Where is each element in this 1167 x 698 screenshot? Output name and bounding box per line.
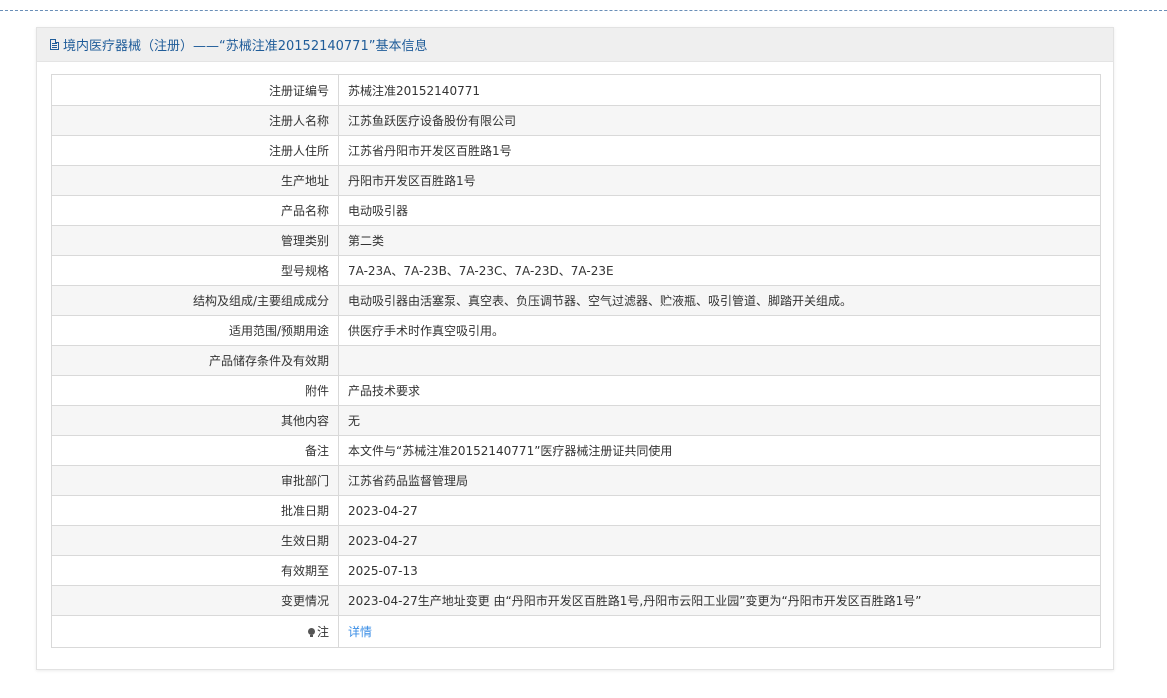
row-value: 产品技术要求 <box>338 375 1101 406</box>
row-label: 注册人名称 <box>51 105 339 136</box>
info-panel: 境内医疗器械（注册）——“苏械注准20152140771”基本信息 注册证编号 … <box>36 27 1114 670</box>
table-row: 注册人住所 江苏省丹阳市开发区百胜路1号 <box>51 135 1101 166</box>
row-value: 2023-04-27 <box>338 495 1101 526</box>
row-label: 适用范围/预期用途 <box>51 315 339 346</box>
row-label: 结构及组成/主要组成成分 <box>51 285 339 316</box>
info-table: 注册证编号 苏械注准20152140771 注册人名称 江苏鱼跃医疗设备股份有限… <box>51 74 1101 648</box>
row-value: 江苏鱼跃医疗设备股份有限公司 <box>338 105 1101 136</box>
row-value: 江苏省药品监督管理局 <box>338 465 1101 496</box>
table-row: 有效期至 2025-07-13 <box>51 555 1101 586</box>
document-icon <box>50 39 59 50</box>
row-label: 生产地址 <box>51 165 339 196</box>
note-label-cell: 注 <box>51 615 339 648</box>
row-value: 电动吸引器由活塞泵、真空表、负压调节器、空气过滤器、贮液瓶、吸引管道、脚踏开关组… <box>338 285 1101 316</box>
row-label: 有效期至 <box>51 555 339 586</box>
row-label: 备注 <box>51 435 339 466</box>
row-value: 2025-07-13 <box>338 555 1101 586</box>
row-value: 本文件与“苏械注准20152140771”医疗器械注册证共同使用 <box>338 435 1101 466</box>
row-label: 管理类别 <box>51 225 339 256</box>
row-value: 7A-23A、7A-23B、7A-23C、7A-23D、7A-23E <box>338 255 1101 286</box>
table-row: 其他内容 无 <box>51 405 1101 436</box>
table-row: 产品储存条件及有效期 <box>51 345 1101 376</box>
row-value: 江苏省丹阳市开发区百胜路1号 <box>338 135 1101 166</box>
table-row: 注册证编号 苏械注准20152140771 <box>51 74 1101 106</box>
table-row: 管理类别 第二类 <box>51 225 1101 256</box>
table-row: 批准日期 2023-04-27 <box>51 495 1101 526</box>
row-label: 注册人住所 <box>51 135 339 166</box>
row-label: 附件 <box>51 375 339 406</box>
row-label: 生效日期 <box>51 525 339 556</box>
table-row: 注册人名称 江苏鱼跃医疗设备股份有限公司 <box>51 105 1101 136</box>
table-row: 生效日期 2023-04-27 <box>51 525 1101 556</box>
panel-title: 境内医疗器械（注册）——“苏械注准20152140771”基本信息 <box>63 39 428 54</box>
table-row: 附件 产品技术要求 <box>51 375 1101 406</box>
row-label: 变更情况 <box>51 585 339 616</box>
row-value: 苏械注准20152140771 <box>338 74 1101 106</box>
table-row: 适用范围/预期用途 供医疗手术时作真空吸引用。 <box>51 315 1101 346</box>
row-value: 2023-04-27 <box>338 525 1101 556</box>
table-row: 结构及组成/主要组成成分 电动吸引器由活塞泵、真空表、负压调节器、空气过滤器、贮… <box>51 285 1101 316</box>
row-label: 审批部门 <box>51 465 339 496</box>
row-value: 第二类 <box>338 225 1101 256</box>
row-label: 产品储存条件及有效期 <box>51 345 339 376</box>
table-row: 型号规格 7A-23A、7A-23B、7A-23C、7A-23D、7A-23E <box>51 255 1101 286</box>
note-row: 注 详情 <box>51 615 1101 648</box>
row-value <box>338 345 1101 376</box>
table-row: 备注 本文件与“苏械注准20152140771”医疗器械注册证共同使用 <box>51 435 1101 466</box>
table-row: 变更情况 2023-04-27生产地址变更 由“丹阳市开发区百胜路1号,丹阳市云… <box>51 585 1101 616</box>
row-value: 丹阳市开发区百胜路1号 <box>338 165 1101 196</box>
lightbulb-icon <box>307 628 315 637</box>
row-value: 供医疗手术时作真空吸引用。 <box>338 315 1101 346</box>
row-value: 电动吸引器 <box>338 195 1101 226</box>
details-link[interactable]: 详情 <box>348 625 372 639</box>
table-row: 产品名称 电动吸引器 <box>51 195 1101 226</box>
row-label: 注册证编号 <box>51 74 339 106</box>
table-row: 审批部门 江苏省药品监督管理局 <box>51 465 1101 496</box>
row-label: 型号规格 <box>51 255 339 286</box>
note-label: 注 <box>316 625 329 639</box>
row-label: 批准日期 <box>51 495 339 526</box>
top-divider <box>0 10 1167 11</box>
note-value-cell: 详情 <box>338 615 1101 648</box>
panel-header: 境内医疗器械（注册）——“苏械注准20152140771”基本信息 <box>37 28 1113 62</box>
row-value: 无 <box>338 405 1101 436</box>
row-label: 其他内容 <box>51 405 339 436</box>
row-label: 产品名称 <box>51 195 339 226</box>
table-row: 生产地址 丹阳市开发区百胜路1号 <box>51 165 1101 196</box>
row-value: 2023-04-27生产地址变更 由“丹阳市开发区百胜路1号,丹阳市云阳工业园”… <box>338 585 1101 616</box>
